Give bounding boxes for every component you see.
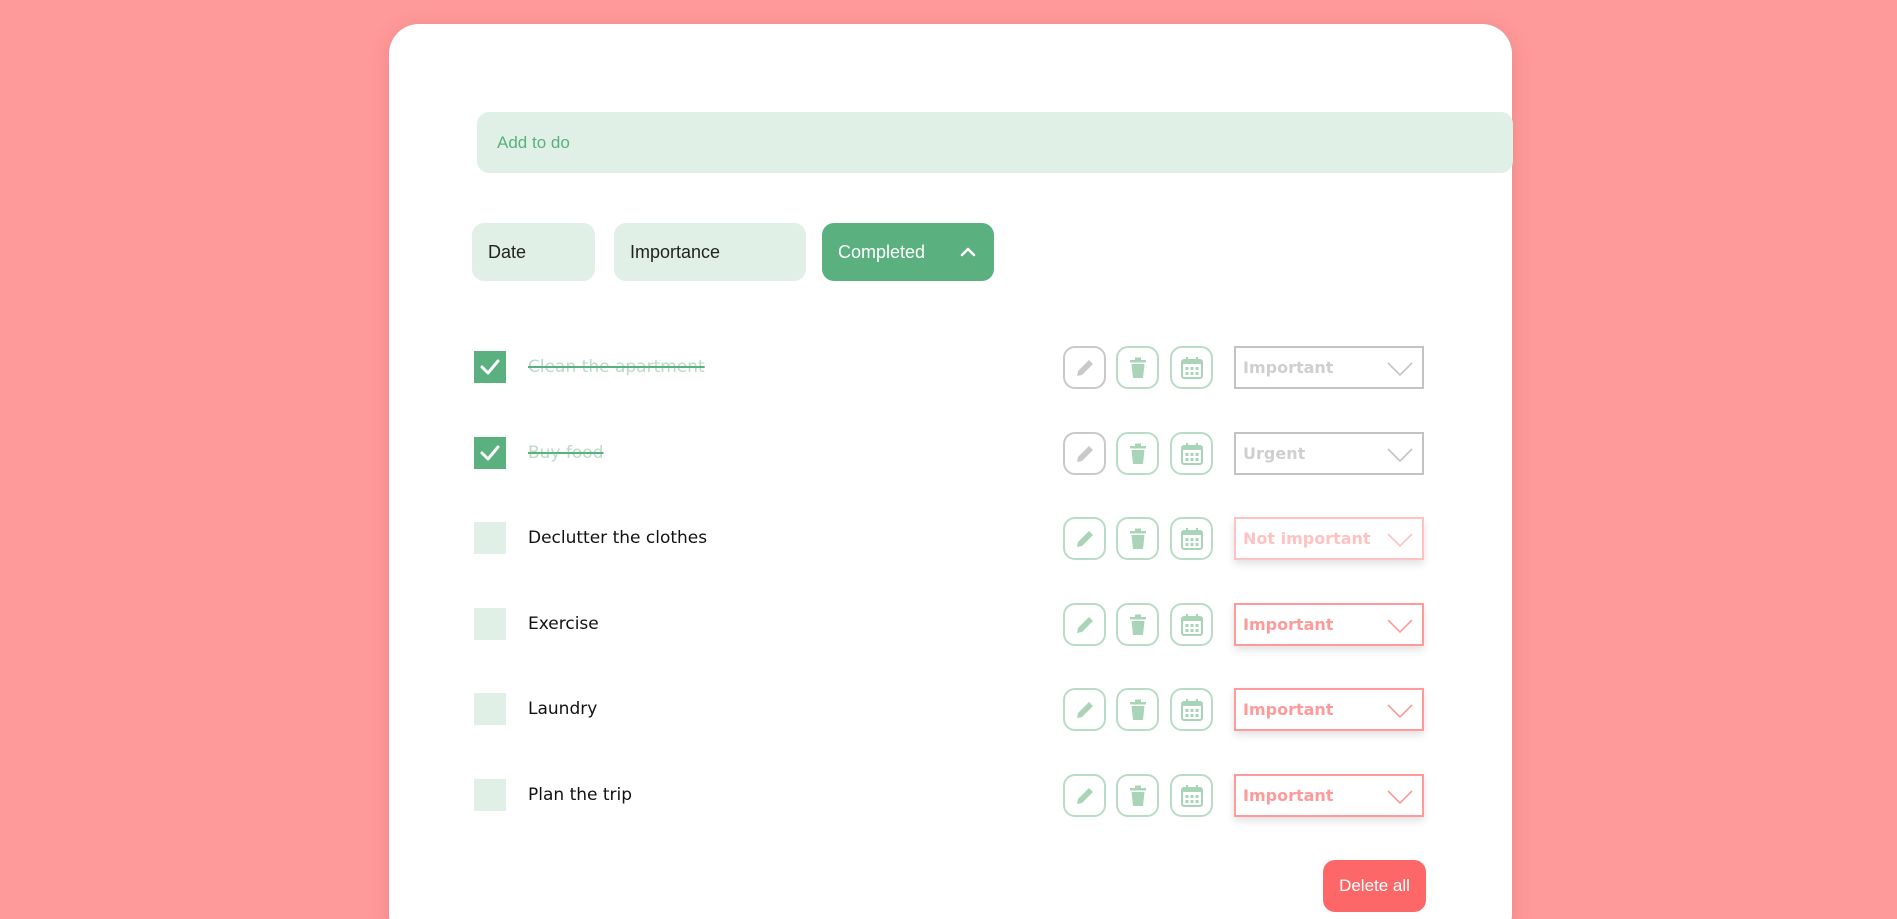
importance-select[interactable]: Not important	[1234, 517, 1424, 560]
calendar-button[interactable]	[1170, 688, 1213, 731]
todo-text: Declutter the clothes	[528, 528, 708, 548]
importance-value: Important	[1243, 358, 1334, 377]
calendar-icon	[1180, 784, 1203, 807]
todo-checkbox[interactable]	[474, 608, 506, 640]
todo-card: Date Importance Completed Clean the apar…	[389, 24, 1513, 919]
todo-text: Clean the apartment	[528, 357, 705, 377]
delete-all-button[interactable]: Delete all	[1323, 860, 1426, 912]
filter-completed-button[interactable]: Completed	[822, 223, 994, 281]
check-icon	[480, 359, 500, 375]
importance-select[interactable]: Important	[1234, 346, 1424, 389]
pencil-icon	[1076, 530, 1093, 547]
pencil-icon	[1076, 445, 1093, 462]
todo-checkbox[interactable]	[474, 437, 506, 469]
importance-value: Important	[1243, 786, 1334, 805]
calendar-button[interactable]	[1170, 432, 1213, 475]
chevron-down-icon	[1387, 790, 1413, 805]
importance-select[interactable]: Urgent	[1234, 432, 1424, 475]
importance-value: Important	[1243, 615, 1334, 634]
todo-row: Clean the apartment Important	[474, 345, 1516, 389]
todo-row: Plan the trip Important	[474, 773, 1516, 817]
chevron-down-icon	[1387, 533, 1413, 548]
importance-select[interactable]: Important	[1234, 688, 1424, 731]
todo-checkbox[interactable]	[474, 779, 506, 811]
calendar-icon	[1180, 527, 1203, 550]
edit-button[interactable]	[1063, 688, 1106, 731]
todo-text: Exercise	[528, 614, 599, 634]
todo-row: Buy food Urgent	[474, 431, 1516, 475]
todo-row: Exercise Important	[474, 602, 1516, 646]
todo-text: Buy food	[528, 443, 604, 463]
edit-button[interactable]	[1063, 774, 1106, 817]
calendar-icon	[1180, 613, 1203, 636]
edit-button[interactable]	[1063, 603, 1106, 646]
pencil-icon	[1076, 616, 1093, 633]
trash-icon	[1129, 443, 1146, 464]
check-icon	[480, 445, 500, 461]
chevron-down-icon	[1387, 448, 1413, 463]
pencil-icon	[1076, 701, 1093, 718]
calendar-icon	[1180, 698, 1203, 721]
filter-importance-button[interactable]: Importance	[614, 223, 806, 281]
chevron-up-icon	[960, 247, 976, 257]
calendar-button[interactable]	[1170, 346, 1213, 389]
chevron-down-icon	[1387, 362, 1413, 377]
chevron-down-icon	[1387, 619, 1413, 634]
add-todo-input[interactable]	[477, 112, 1513, 173]
delete-button[interactable]	[1116, 517, 1159, 560]
calendar-button[interactable]	[1170, 603, 1213, 646]
chevron-down-icon	[1387, 704, 1413, 719]
importance-value: Important	[1243, 700, 1334, 719]
trash-icon	[1129, 785, 1146, 806]
todo-checkbox[interactable]	[474, 693, 506, 725]
todo-checkbox[interactable]	[474, 522, 506, 554]
calendar-button[interactable]	[1170, 517, 1213, 560]
todo-row: Declutter the clothes Not important	[474, 516, 1516, 560]
filter-completed-label: Completed	[838, 241, 926, 262]
delete-button[interactable]	[1116, 688, 1159, 731]
importance-select[interactable]: Important	[1234, 774, 1424, 817]
trash-icon	[1129, 699, 1146, 720]
calendar-icon	[1180, 356, 1203, 379]
edit-button[interactable]	[1063, 432, 1106, 475]
edit-button[interactable]	[1063, 346, 1106, 389]
importance-value: Urgent	[1243, 444, 1306, 463]
todo-text: Laundry	[528, 699, 598, 719]
delete-button[interactable]	[1116, 603, 1159, 646]
todo-row: Laundry Important	[474, 687, 1516, 731]
importance-select[interactable]: Important	[1234, 603, 1424, 646]
pencil-icon	[1076, 787, 1093, 804]
filter-date-button[interactable]: Date	[472, 223, 595, 281]
trash-icon	[1129, 528, 1146, 549]
importance-value: Not important	[1243, 529, 1371, 548]
pencil-icon	[1076, 359, 1093, 376]
filter-importance-label: Importance	[630, 241, 721, 262]
todo-checkbox[interactable]	[474, 351, 506, 383]
delete-button[interactable]	[1116, 774, 1159, 817]
trash-icon	[1129, 614, 1146, 635]
filter-date-label: Date	[488, 241, 527, 262]
trash-icon	[1129, 357, 1146, 378]
calendar-button[interactable]	[1170, 774, 1213, 817]
edit-button[interactable]	[1063, 517, 1106, 560]
delete-button[interactable]	[1116, 346, 1159, 389]
todo-text: Plan the trip	[528, 785, 633, 805]
calendar-icon	[1180, 442, 1203, 465]
delete-button[interactable]	[1116, 432, 1159, 475]
